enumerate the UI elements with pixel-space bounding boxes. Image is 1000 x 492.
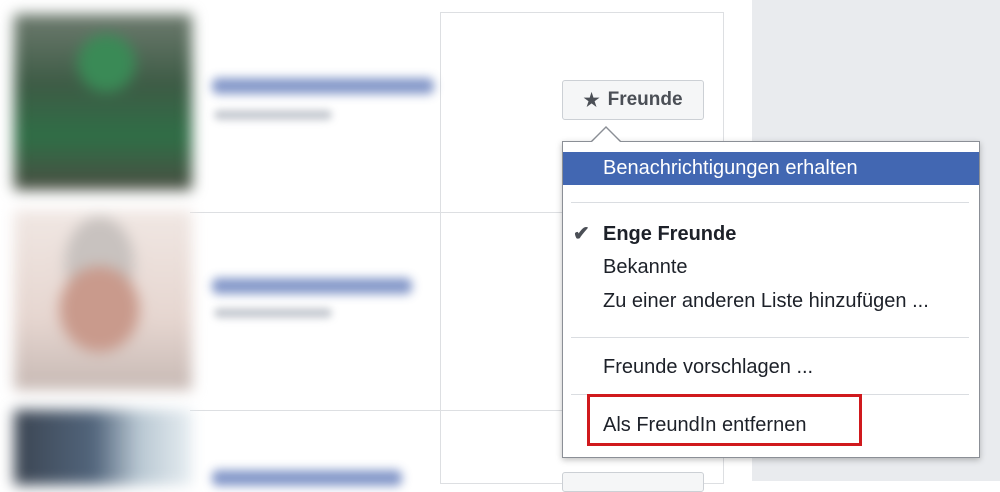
menu-item-label: Benachrichtigungen erhalten (603, 157, 858, 179)
friend-subtitle-1-blurred (214, 110, 332, 120)
friends-button-label: Freunde (607, 89, 683, 110)
friends-button[interactable]: ★ Freunde (562, 80, 704, 120)
menu-item-label: Bekannte (603, 256, 688, 278)
menu-item-add-to-other-list[interactable]: Zu einer anderen Liste hinzufügen ... (563, 286, 979, 316)
menu-item-label: Freunde vorschlagen ... (603, 356, 814, 378)
menu-divider (571, 337, 969, 338)
friend-avatar-2[interactable] (14, 210, 192, 390)
star-icon: ★ (583, 89, 600, 110)
friend-avatar-1[interactable] (14, 14, 192, 190)
menu-item-acquaintances[interactable]: Bekannte (563, 252, 979, 282)
friends-button-next-row[interactable] (562, 472, 704, 492)
friend-name-2-blurred[interactable] (212, 278, 412, 294)
menu-divider (571, 202, 969, 203)
dropdown-caret-fill (592, 128, 620, 142)
menu-item-label: Zu einer anderen Liste hinzufügen ... (603, 290, 929, 312)
menu-item-label: Enge Freunde (603, 223, 737, 245)
friend-name-1-blurred[interactable] (212, 78, 434, 94)
menu-item-close-friends[interactable]: ✔ Enge Freunde (563, 219, 979, 249)
menu-item-get-notifications[interactable]: Benachrichtigungen erhalten (563, 152, 979, 185)
menu-item-suggest-friends[interactable]: Freunde vorschlagen ... (563, 352, 979, 382)
checkmark-icon: ✔ (573, 223, 590, 245)
unfriend-highlight-box (587, 394, 862, 446)
friend-subtitle-2-blurred (214, 308, 332, 318)
friend-avatar-3[interactable] (14, 410, 192, 485)
friend-name-3-blurred[interactable] (212, 470, 402, 486)
